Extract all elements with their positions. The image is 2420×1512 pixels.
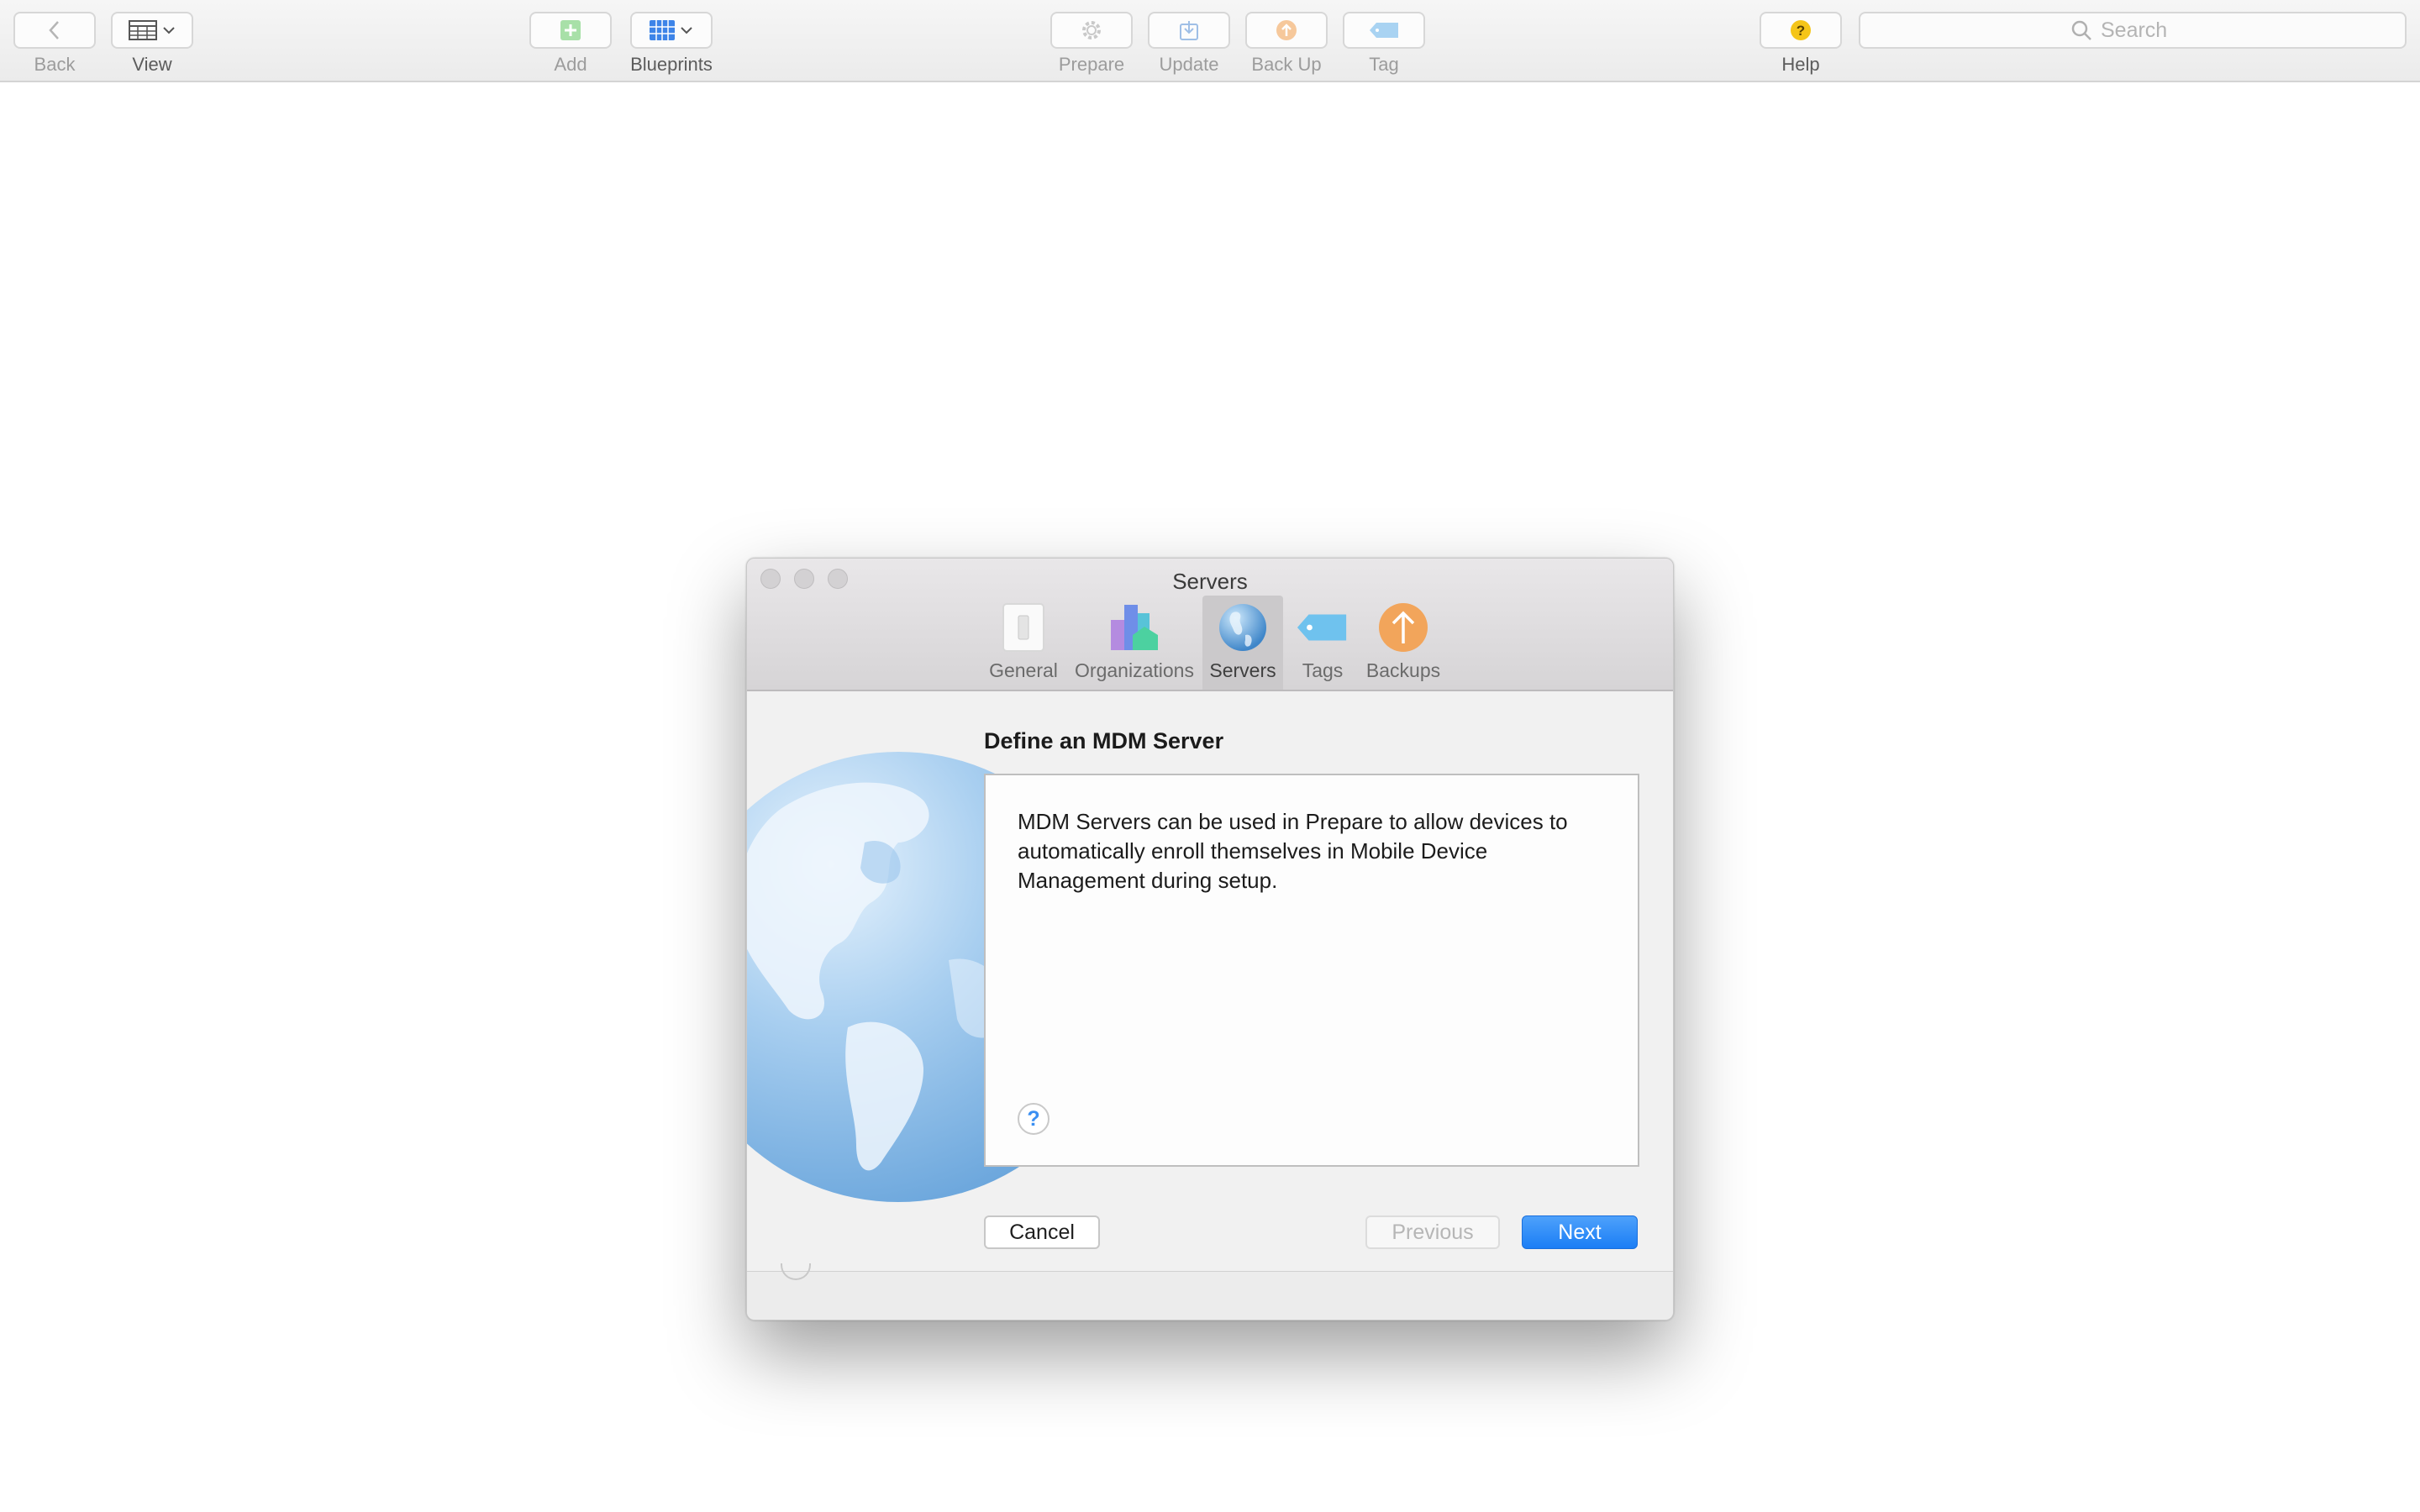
help-label: Help [1781,54,1820,75]
help-button[interactable]: ? [1760,12,1842,49]
tab-servers[interactable]: Servers [1202,596,1283,690]
backup-label: Back Up [1251,54,1322,75]
table-view-icon [129,20,157,40]
switch-icon [997,601,1050,654]
blueprints-button[interactable] [630,12,713,49]
backup-button[interactable] [1245,12,1328,49]
backup-icon [1376,601,1430,654]
dialog-content: Define an MDM Server MDM Servers can be … [747,691,1673,1271]
servers-dialog: Servers General Organizations Servers Ta [746,558,1674,1320]
main-toolbar: Back View Add Blueprints Prepare Update [0,0,2420,82]
back-button[interactable] [13,12,96,49]
view-label: View [132,54,172,75]
description-text: MDM Servers can be used in Prepare to al… [1018,809,1568,893]
search-icon [2071,20,2091,40]
dialog-titlebar: Servers General Organizations Servers Ta [747,559,1673,691]
back-label: Back [34,54,76,75]
chevron-down-icon [163,27,175,34]
cancel-button[interactable]: Cancel [984,1215,1100,1249]
tab-organizations-label: Organizations [1075,659,1194,681]
update-label: Update [1159,54,1219,75]
update-download-icon [1180,21,1198,40]
tab-backups-label: Backups [1365,659,1441,681]
blueprints-grid-icon [650,20,675,40]
add-plus-icon [560,20,581,40]
next-button[interactable]: Next [1522,1215,1638,1249]
help-question-glyph: ? [1027,1106,1040,1131]
prepare-label: Prepare [1058,54,1125,75]
svg-text:?: ? [1797,23,1805,39]
view-button[interactable] [111,12,193,49]
tab-general[interactable]: General [986,596,1061,690]
backup-arrow-icon [1276,20,1297,40]
tag-icon [1296,601,1349,654]
dialog-title: Servers [1172,569,1248,594]
help-button[interactable]: ? [1018,1103,1050,1135]
search-input[interactable] [2099,17,2195,44]
blueprints-label: Blueprints [630,54,713,75]
previous-button[interactable]: Previous [1365,1215,1500,1249]
search-field[interactable] [1859,12,2407,49]
tag-label: Tag [1369,54,1399,75]
help-question-icon: ? [1791,20,1811,40]
tab-organizations[interactable]: Organizations [1071,596,1197,690]
chevron-down-icon [681,27,692,34]
tag-button[interactable] [1343,12,1425,49]
dialog-footer [747,1263,1673,1320]
gear-icon [1082,21,1101,39]
description-box: MDM Servers can be used in Prepare to al… [984,774,1639,1167]
tab-servers-label: Servers [1209,659,1276,681]
add-label: Add [554,54,587,75]
tab-tags[interactable]: Tags [1292,596,1354,690]
buildings-icon [1107,601,1161,654]
tab-backups[interactable]: Backups [1357,596,1449,690]
update-button[interactable] [1148,12,1230,49]
tab-tags-label: Tags [1302,659,1344,681]
prepare-button[interactable] [1050,12,1133,49]
tag-icon [1370,23,1398,38]
globe-icon [1216,601,1270,654]
chevron-left-icon [49,21,59,39]
add-button[interactable] [529,12,612,49]
underlying-help-button-edge [781,1263,811,1280]
dialog-heading: Define an MDM Server [984,728,1224,753]
tab-general-label: General [989,659,1058,681]
